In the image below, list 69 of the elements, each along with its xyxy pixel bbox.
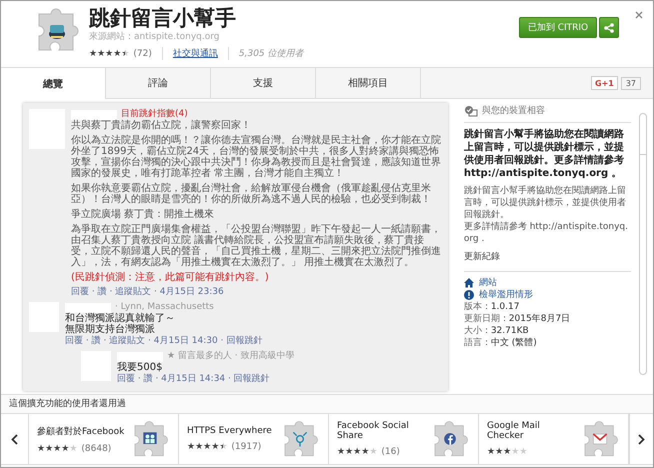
share-icon [604, 22, 614, 32]
star-rating: ★★★★★ [37, 444, 78, 454]
spam-score: 目前跳針指數(4) [121, 109, 188, 120]
extension-name: HTTPS Everywhere [187, 426, 272, 436]
section-title: 這個擴充功能的使用者還用過 [8, 398, 127, 411]
description-text: 跳針留言小幫手將協助您在閱讀網路上留言時，可以提供跳針標示，並提供使用者回報跳針。 [464, 185, 627, 221]
extension-title: 跳針留言小幫手 [89, 5, 237, 31]
star-rating: ★★★★★ [337, 447, 378, 457]
extension-name: Google Mail Checker [487, 421, 541, 441]
rating-count: (1917) [231, 442, 262, 452]
detail-value: 中文 (繁體) [490, 338, 537, 348]
detail-label: 大小： [464, 326, 491, 336]
user-count: 5,305 位使用者 [228, 47, 304, 60]
post-paragraph: 共與蔡丁貴請勿霸佔立院，讓警察回家！ [71, 120, 252, 131]
warning-text: (民跳針偵測：注意，此篇可能有跳針內容。) [71, 272, 270, 283]
category-link[interactable]: 社交與通訊 [162, 47, 218, 60]
rating-count: (72) [133, 48, 152, 58]
extension-card[interactable]: 參顧者對於Facebook ★★★★★ (8648) [29, 414, 179, 464]
tab[interactable]: 相關項目 [316, 68, 421, 98]
chevron-left-icon [11, 434, 18, 444]
detail-value: 2015年8月7日 [508, 314, 570, 324]
post-paragraph: 為爭取在立院正門廣場集會權益，「公投盟台灣聯盟」昨下午發起一人一紙請願書，由召集人蔡丁貴教授向立院 議書代轉給院長，公投盟宣布請願失敗後，蔡丁貴接受，立院不願歸還人民的聲音，「自己買推土機，星期二、三開來把立法院門推倒進入」，法，有網友認為「用推土機實在太激烈了。」 用推土機實在太激烈了。 [71, 224, 442, 268]
share-button[interactable] [599, 17, 619, 38]
commenter-detail: ★ 留言最多的人 · 致用高級中學 [167, 351, 295, 362]
commenter-detail: · Lynn, Massachusetts [115, 302, 214, 312]
comment-text: 和台灣獨派認真就輸了～ [65, 313, 176, 324]
tab[interactable]: 評論 [106, 68, 211, 98]
comment-text: 我要500$ [117, 362, 164, 373]
star-rating: ★★★★★ [187, 442, 228, 452]
plus-count: 37 [620, 76, 641, 90]
extension-card[interactable]: Google Mail Checker ★★★★★ [479, 414, 629, 464]
summary-text: 跳針留言小幫手將協助您在閱讀網路上留言時，可以提供跳針標示，並提供使用者回報跳針。更多詳情請參考 http://antispite.tonyq.org 。 [464, 128, 625, 180]
star-rating: ★★★★★ [487, 447, 528, 457]
detail-label: 更新日期： [464, 314, 509, 324]
previous-button[interactable] [1, 414, 29, 464]
device-check-icon [464, 105, 478, 117]
post-paragraph: 你以為立法院是你開的嗎！？讓你德去宣獨台灣。台灣就是民主社會，你才能在立院外坐了1899天，霸佔立院24天，台灣的發展受制於中共，很多人對終家講與獨恐怖攻擊，宣揚你台灣獨的決心跟中共決鬥！你身為教授而且是社會賢達，應該知道世界國家的發展史，唯有打跪革控者 常主團，台灣才能自主獨立！ [71, 135, 442, 179]
tab[interactable]: 總覽 [1, 68, 106, 99]
comment-actions: 回覆 · 讚 · 追蹤貼文 · 4月15日 14:30 · 回報跳針 [65, 335, 262, 347]
post-paragraph: 爭立院廣場 蔡丁貴：開推土機來 [71, 209, 216, 220]
scrollbar[interactable] [639, 113, 647, 375]
comment-text: 無限期支持台灣獨派 [65, 324, 156, 335]
comment-actions: 回覆 · 讚 · 4月15日 14:34 · 回報跳針 [117, 373, 271, 385]
tab[interactable]: 支援 [211, 68, 316, 98]
extension-name: 參顧者對於Facebook [37, 426, 124, 438]
chevron-right-icon [638, 434, 645, 444]
exclamation-icon [464, 290, 474, 300]
detail-label: 版本： [464, 302, 491, 312]
rating-count: (8648) [81, 444, 112, 454]
description-text: 更多詳情請參考 http://antispite.tonyq.org . [464, 221, 629, 245]
detail-value: 32.71KB [490, 326, 529, 336]
compat-text: 與您的裝置相容 [482, 105, 545, 117]
detail-value: 1.0.17 [490, 302, 520, 312]
google-plus-button[interactable]: G+1 [590, 76, 618, 90]
extension-card[interactable]: Facebook Social Share ★★★★★ (16) [329, 414, 479, 464]
home-icon [464, 278, 474, 288]
sidebar-link[interactable]: 檢舉濫用情形 [478, 289, 533, 301]
detail-label: 語言： [464, 338, 491, 348]
extension-name: Facebook Social Share [337, 421, 410, 441]
rating-count: (16) [381, 447, 400, 457]
source-site: 來源網站：antispite.tonyq.org [89, 31, 220, 43]
changelog-link[interactable]: 更新紀錄 [464, 251, 631, 263]
post-actions: 回覆 · 讚 · 追蹤貼文 · 4月15日 23:36 [71, 286, 225, 298]
next-button[interactable] [629, 414, 653, 464]
sidebar-link[interactable]: 網站 [478, 277, 497, 289]
extension-card[interactable]: HTTPS Everywhere ★★★★★ (1917) [179, 414, 329, 464]
close-icon[interactable] [635, 11, 643, 19]
star-rating: ★★★★★ [89, 48, 130, 58]
post-paragraph: 如果你執意要霸佔立院，擾亂台灣社會，給解放軍侵台機會（俄軍趁亂侵佔克里米亞）！台灣人的眼睛是雪亮的！你的所做所為逃不過人民的檢驗，也必受到制裁！ [71, 183, 432, 205]
